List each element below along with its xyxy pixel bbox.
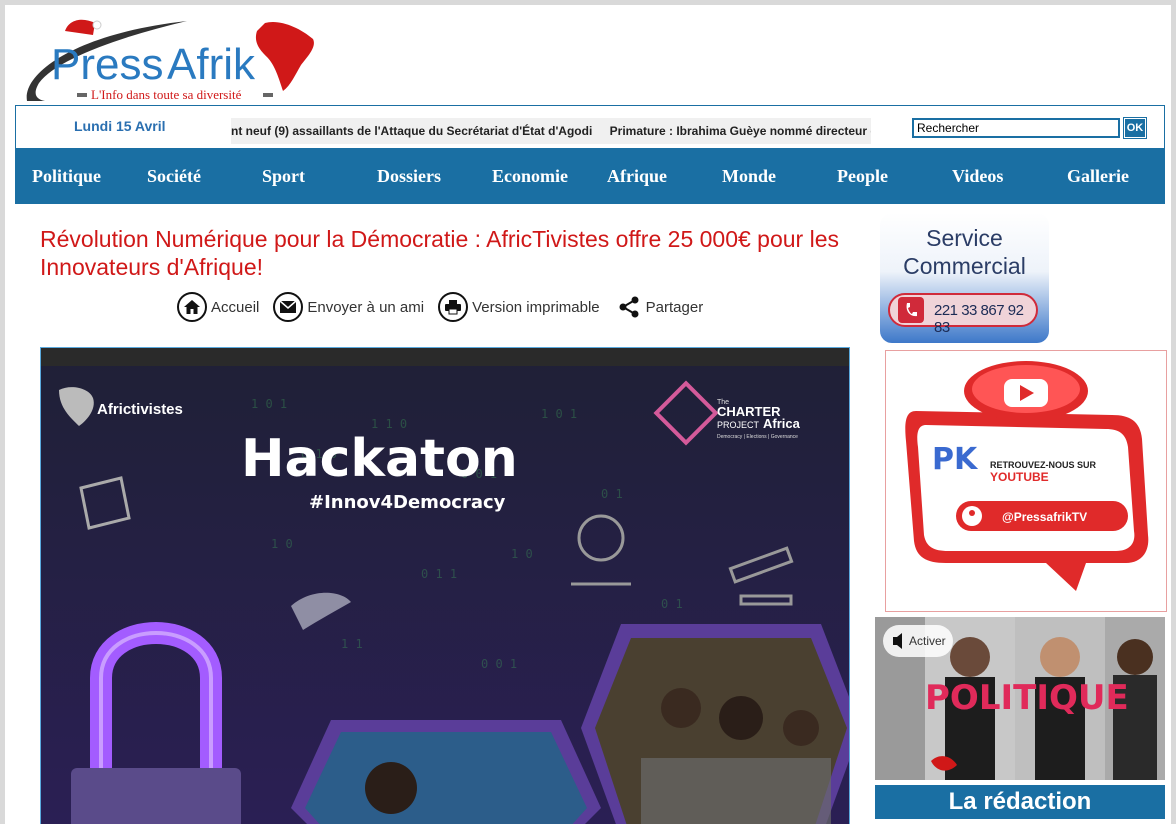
printer-icon [438, 292, 469, 322]
envelope-icon [273, 292, 304, 322]
search-button[interactable]: OK [1123, 117, 1147, 139]
svg-text:0 1: 0 1 [601, 487, 623, 501]
phone-icon [898, 297, 924, 323]
youtube-ad[interactable]: PK RETROUVEZ-NOUS SUR YOUTUBE @Pressafri… [885, 350, 1167, 612]
svg-text:0 1 1: 0 1 1 [421, 567, 457, 581]
home-icon [177, 292, 207, 322]
nav-item-sport[interactable]: Sport [262, 148, 305, 204]
article-hero-image: 1 0 10 1 01 1 0 0 0 11 0 10 1 1 00 1 11 … [40, 347, 850, 824]
service-commercial-ad[interactable]: Service Commercial 221 33 867 92 83 [880, 213, 1049, 343]
service-phone-pill: 221 33 867 92 83 [888, 293, 1038, 336]
hero-hashtag: #Innov4Democracy [309, 492, 506, 513]
svg-text:PROJECT: PROJECT [717, 420, 760, 430]
yt-line-2: YOUTUBE [990, 470, 1049, 484]
search-box: OK [912, 117, 1150, 139]
logo-tagline: L'Info dans toute sa diversité [91, 87, 242, 102]
share-link[interactable]: Partager [614, 292, 704, 322]
email-friend-link[interactable]: Envoyer à un ami [273, 292, 424, 322]
logo-graphic: Press Afrik L'Info dans toute sa diversi… [26, 19, 314, 102]
nav-item-videos[interactable]: Videos [952, 148, 1003, 204]
video-caption: POLITIQUE [925, 678, 1129, 718]
page: Press Afrik L'Info dans toute sa diversi… [5, 5, 1171, 824]
logo-name-1: Press [51, 40, 163, 89]
ticker-item[interactable]: nt neuf (9) assaillants de l'Attaque du … [231, 124, 592, 138]
svg-text:0 1: 0 1 [661, 597, 683, 611]
print-link[interactable]: Version imprimable [438, 292, 600, 322]
svg-text:Democracy | Elections | Govern: Democracy | Elections | Governance [717, 434, 798, 440]
svg-text:1 0: 1 0 [271, 537, 293, 551]
hero-headline: Hackaton [241, 429, 518, 489]
nav-item-economie[interactable]: Economie [492, 148, 568, 204]
main-nav: Politique Société Sport Dossiers Economi… [15, 148, 1165, 204]
home-label: Accueil [211, 298, 260, 316]
email-label: Envoyer à un ami [307, 298, 425, 316]
service-line-1: Service [926, 225, 1003, 251]
share-icon [614, 292, 644, 322]
article-actions: Accueil Envoyer à un ami Version imprima… [177, 290, 717, 324]
nav-item-dossiers[interactable]: Dossiers [377, 148, 441, 204]
nav-item-politique[interactable]: Politique [32, 148, 101, 204]
yt-logo-text: PK [932, 442, 979, 477]
site-logo[interactable]: Press Afrik L'Info dans toute sa diversi… [17, 13, 317, 108]
ticker-item[interactable]: Primature : Ibrahima Guèye nommé directe… [610, 124, 871, 138]
share-label: Partager [645, 298, 704, 316]
svg-text:1 0: 1 0 [511, 547, 533, 561]
hero-brand-left: Africtivistes [97, 401, 183, 418]
svg-text:1 0 1: 1 0 1 [251, 397, 287, 411]
nav-item-gallerie[interactable]: Gallerie [1067, 148, 1129, 204]
search-input[interactable] [912, 118, 1120, 138]
sidebar-video[interactable]: POLITIQUE Activer [875, 617, 1165, 780]
nav-item-people[interactable]: People [837, 148, 888, 204]
current-date: Lundi 15 Avril [74, 118, 166, 134]
news-ticker[interactable]: nt neuf (9) assaillants de l'Attaque du … [231, 118, 871, 144]
nav-item-societe[interactable]: Société [147, 148, 201, 204]
nav-item-afrique[interactable]: Afrique [607, 148, 667, 204]
yt-line-1: RETROUVEZ-NOUS SUR [990, 460, 1097, 470]
print-label: Version imprimable [472, 298, 600, 316]
svg-text:0 0 1: 0 0 1 [481, 657, 517, 671]
yt-handle: @PressafrikTV [1002, 510, 1087, 524]
article-title: Révolution Numérique pour la Démocratie … [40, 226, 840, 280]
nav-item-monde[interactable]: Monde [722, 148, 776, 204]
unmute-button[interactable] [883, 625, 953, 657]
info-bar: Lundi 15 Avril nt neuf (9) assaillants d… [15, 105, 1165, 149]
redaction-header: La rédaction [875, 785, 1165, 819]
svg-text:Africa: Africa [763, 416, 801, 431]
service-line-2: Commercial [903, 253, 1026, 279]
svg-text:1 0 1: 1 0 1 [541, 407, 577, 421]
home-link[interactable]: Accueil [177, 292, 259, 322]
logo-name-2: Afrik [167, 40, 256, 89]
service-phone-number: 221 33 867 92 83 [934, 302, 1024, 336]
svg-text:1 1: 1 1 [341, 637, 363, 651]
